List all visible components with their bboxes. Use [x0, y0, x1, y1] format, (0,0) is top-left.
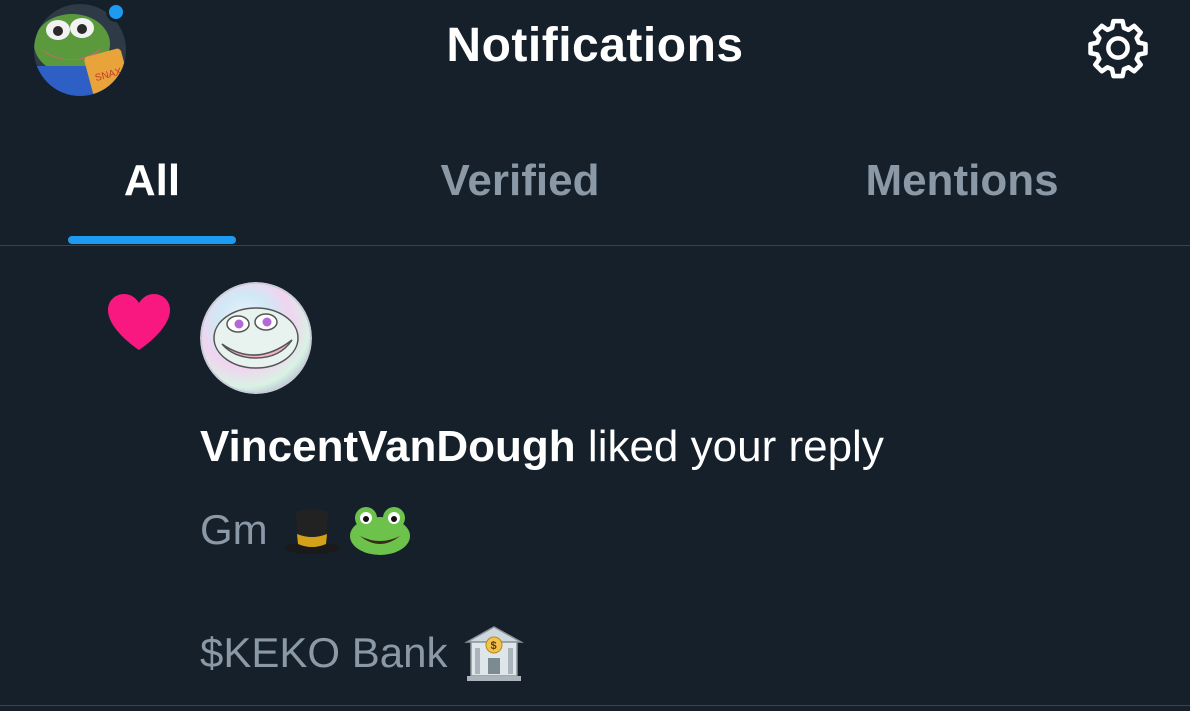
header: SNAX Notifications	[0, 0, 1190, 100]
reply-text-keko-bank: $KEKO Bank	[200, 629, 448, 676]
notification-item[interactable]: VincentVanDough liked your reply Gm $KEK…	[0, 246, 1190, 706]
svg-text:$: $	[491, 640, 497, 652]
heart-icon	[106, 292, 172, 352]
active-tab-indicator	[68, 236, 236, 244]
tab-verified-label: Verified	[440, 156, 600, 205]
notification-text: VincentVanDough liked your reply	[200, 422, 884, 472]
tab-verified[interactable]: Verified	[400, 120, 640, 246]
notifications-screen: SNAX Notifications All Verified Mentions	[0, 0, 1190, 711]
user-avatar[interactable]	[200, 282, 312, 394]
holographic-frog-avatar-icon	[200, 282, 312, 394]
frog-emoji	[348, 504, 412, 556]
reply-preview-line-1: Gm	[200, 504, 412, 556]
notification-username[interactable]: VincentVanDough	[200, 422, 576, 471]
page-title: Notifications	[446, 19, 744, 72]
tab-bar: All Verified Mentions	[0, 120, 1190, 246]
reply-preview-line-2: $KEKO Bank $	[200, 624, 525, 682]
gear-icon	[1088, 18, 1148, 79]
tab-mentions[interactable]: Mentions	[830, 120, 1094, 246]
bank-emoji: $	[463, 624, 525, 682]
reply-text-gm: Gm	[200, 506, 268, 553]
tab-all[interactable]: All	[68, 120, 236, 246]
settings-button[interactable]	[1084, 14, 1152, 82]
tab-mentions-label: Mentions	[865, 156, 1059, 205]
notification-action: liked your reply	[575, 422, 884, 471]
top-hat-emoji	[282, 504, 342, 556]
tab-all-label: All	[123, 156, 181, 205]
